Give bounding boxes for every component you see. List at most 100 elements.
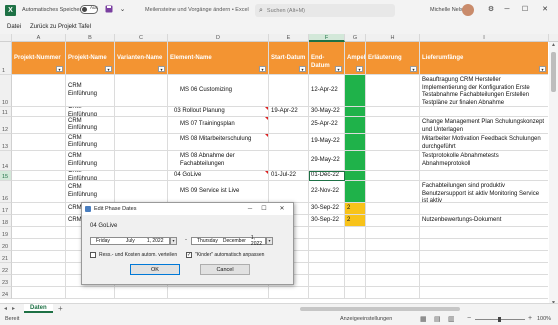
column-header-f[interactable]: F	[309, 34, 345, 42]
row-number[interactable]: 23	[0, 275, 12, 287]
adjust-children-checkbox[interactable]: ✓	[186, 252, 192, 258]
cell-varianten-name[interactable]	[115, 117, 168, 134]
cell-lieferumfaenge[interactable]	[420, 171, 548, 181]
cell-projekt-nummer[interactable]	[12, 239, 66, 251]
cell-erlaeuterung[interactable]	[366, 263, 420, 275]
page-break-view-icon[interactable]: ▥	[448, 315, 455, 323]
cell-erlaeuterung[interactable]	[366, 287, 420, 299]
row-number[interactable]: 22	[0, 263, 12, 275]
cell-varianten-name[interactable]	[115, 151, 168, 171]
dialog-minimize-button[interactable]: ─	[245, 204, 255, 214]
cell-projekt-name[interactable]: CRM Einführung	[66, 134, 115, 151]
cell-projekt-nummer[interactable]	[12, 134, 66, 151]
cell-end-datum[interactable]	[309, 287, 345, 299]
search-box[interactable]: ⌕ Suchen (Alt+M)	[255, 4, 395, 17]
add-sheet-button[interactable]: +	[58, 304, 63, 313]
filter-dropdown-icon[interactable]: ▾	[410, 66, 417, 72]
autosave-toggle[interactable]: Aus	[80, 5, 98, 14]
maximize-button[interactable]: ☐	[518, 4, 532, 16]
row-number[interactable]: 21	[0, 251, 12, 263]
cell-projekt-nummer[interactable]	[12, 287, 66, 299]
cell-erlaeuterung[interactable]	[366, 75, 420, 107]
filter-dropdown-icon[interactable]: ▾	[259, 66, 266, 72]
cell-end-datum[interactable]	[309, 239, 345, 251]
cell-start-datum[interactable]	[269, 151, 309, 171]
cell-element-name[interactable]: 04 GoLive	[168, 171, 269, 181]
cell-ampel[interactable]	[345, 239, 366, 251]
row-number[interactable]: 15	[0, 171, 12, 181]
row-number[interactable]: 13	[0, 134, 12, 151]
cell-projekt-nummer[interactable]	[12, 215, 66, 227]
cell-projekt-name[interactable]: CRM Einführung	[66, 117, 115, 134]
cell-end-datum[interactable]: 19-May-22	[309, 134, 345, 151]
row-number[interactable]: 17	[0, 203, 12, 215]
ok-button[interactable]: OK	[130, 264, 180, 275]
cancel-button[interactable]: Cancel	[200, 264, 250, 275]
cell-end-datum[interactable]	[309, 275, 345, 287]
zoom-slider-knob[interactable]	[498, 317, 501, 322]
cell-element-name[interactable]: 03 Rollout Planung	[168, 107, 269, 117]
cell-end-datum[interactable]: 25-Apr-22	[309, 117, 345, 134]
column-header-g[interactable]: G	[345, 34, 366, 42]
cell-lieferumfaenge[interactable]: Testprotokolle Abnahmetests Abnahmeproto…	[420, 151, 548, 171]
scrollbar-thumb[interactable]	[551, 52, 556, 92]
more-options-icon[interactable]: ⌄	[118, 5, 127, 14]
cell-projekt-name[interactable]: CRM Einführung	[66, 181, 115, 203]
cell-ampel[interactable]	[345, 263, 366, 275]
cell-projekt-name[interactable]: CRM Einführung	[66, 107, 115, 117]
cell-end-datum[interactable]: 30-May-22	[309, 107, 345, 117]
cell-start-datum[interactable]	[269, 117, 309, 134]
filter-dropdown-icon[interactable]: ▾	[539, 66, 546, 72]
row-number[interactable]: 19	[0, 227, 12, 239]
cell-ampel[interactable]	[345, 181, 366, 203]
cell-ampel[interactable]: 2	[345, 215, 366, 227]
cell-start-datum[interactable]	[269, 134, 309, 151]
cell-erlaeuterung[interactable]	[366, 117, 420, 134]
cell-ampel[interactable]: 2	[345, 203, 366, 215]
cell-lieferumfaenge[interactable]	[420, 203, 548, 215]
filter-dropdown-icon[interactable]: ▾	[356, 66, 363, 72]
cell-start-datum[interactable]	[269, 75, 309, 107]
cell-projekt-nummer[interactable]	[12, 75, 66, 107]
distribute-resources-checkbox[interactable]	[90, 252, 96, 258]
cell-lieferumfaenge[interactable]	[420, 107, 548, 117]
cell-projekt-nummer[interactable]	[12, 263, 66, 275]
column-header-c[interactable]: C	[115, 34, 168, 42]
cell-erlaeuterung[interactable]	[366, 215, 420, 227]
page-layout-view-icon[interactable]: ▤	[434, 315, 441, 323]
row-number[interactable]: 14	[0, 151, 12, 171]
cell-end-datum[interactable]	[309, 227, 345, 239]
settings-icon[interactable]: ⚙	[484, 4, 498, 16]
cell-erlaeuterung[interactable]	[366, 227, 420, 239]
cell-varianten-name[interactable]	[115, 287, 168, 299]
cell-lieferumfaenge[interactable]: Fachabteilungen sind produktiv Benutzers…	[420, 181, 548, 203]
cell-end-datum[interactable]: 22-Nov-22	[309, 181, 345, 203]
cell-end-datum[interactable]: 30-Sep-22	[309, 215, 345, 227]
cell-lieferumfaenge[interactable]	[420, 275, 548, 287]
cell-lieferumfaenge[interactable]: Change Management Plan Schulungskonzept …	[420, 117, 548, 134]
avatar[interactable]	[462, 4, 474, 16]
cell-projekt-nummer[interactable]	[12, 251, 66, 263]
sheet-next-icon[interactable]: ▸	[12, 305, 15, 312]
horizontal-scrollbar-thumb[interactable]	[300, 307, 460, 311]
cell-projekt-name[interactable]: CRM Einführung	[66, 171, 115, 181]
start-date-picker[interactable]: Friday July 1, 2022	[90, 237, 170, 245]
cell-erlaeuterung[interactable]	[366, 251, 420, 263]
cell-ampel[interactable]	[345, 107, 366, 117]
end-date-picker[interactable]: Thursday December 1, 2022	[191, 235, 266, 247]
normal-view-icon[interactable]: ▦	[420, 315, 427, 323]
cell-varianten-name[interactable]	[115, 171, 168, 181]
end-date-dropdown-icon[interactable]: ▾	[266, 237, 273, 245]
cell-start-datum[interactable]: 19-Apr-22	[269, 107, 309, 117]
cell-varianten-name[interactable]	[115, 75, 168, 107]
cell-end-datum[interactable]: 29-May-22	[309, 151, 345, 171]
save-icon[interactable]	[104, 5, 113, 14]
column-header-a[interactable]: A	[12, 34, 66, 42]
cell-start-datum[interactable]	[269, 181, 309, 203]
filter-dropdown-icon[interactable]: ▾	[299, 66, 306, 72]
cell-varianten-name[interactable]	[115, 134, 168, 151]
dialog-close-button[interactable]: ✕	[277, 204, 287, 214]
sheet-tab-daten[interactable]: Daten	[24, 304, 53, 313]
menu-file[interactable]: Datei	[7, 24, 21, 30]
start-date-dropdown-icon[interactable]: ▾	[170, 237, 177, 245]
